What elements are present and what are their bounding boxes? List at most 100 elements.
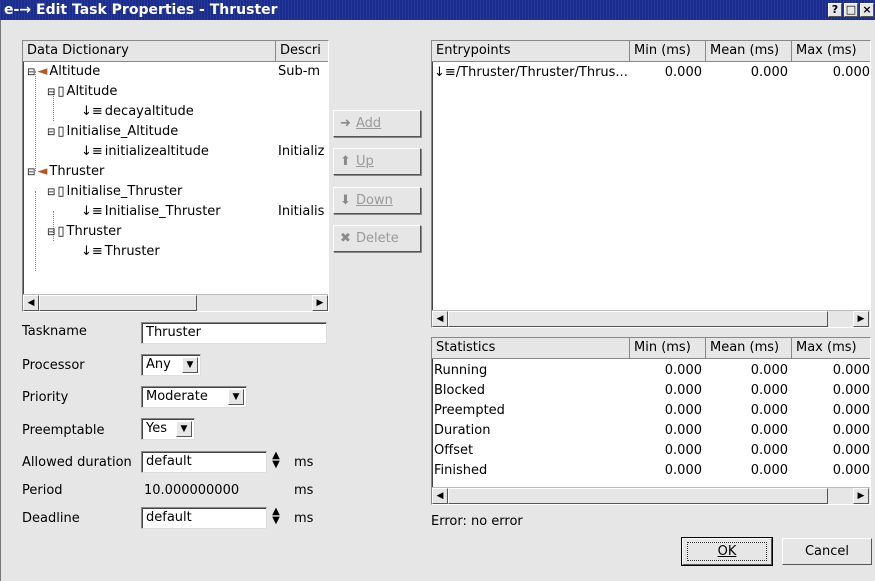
tree-node-thruster-entry[interactable]: ↓≡ Thruster <box>81 242 160 262</box>
table-cell-min: 0.000 <box>664 403 702 418</box>
delete-x-icon: ✖ <box>340 231 351 246</box>
deadline-spinner-icon[interactable]: ▲ ▼ <box>269 507 283 529</box>
table-row[interactable]: Duration <box>434 421 490 441</box>
statistics-table[interactable]: Statistics Min (ms) Mean (ms) Max (ms) R… <box>431 337 871 505</box>
document-icon: ▯ <box>57 224 65 239</box>
scroll-right-icon[interactable]: ▶ <box>312 295 328 311</box>
tree-node-initialise-altitude[interactable]: ⊟ ▯ Initialise_Altitude <box>47 122 178 142</box>
error-status: Error: no error <box>431 514 523 529</box>
tree-node-thruster-doc[interactable]: ⊟ ▯ Thruster <box>47 222 122 242</box>
tree-node-initialise-thruster-entry[interactable]: ↓≡ Initialise_Thruster <box>81 202 221 222</box>
table-cell-mean: 0.000 <box>750 65 788 80</box>
min-column-header[interactable]: Min (ms) <box>630 41 706 62</box>
scroll-right-icon[interactable]: ▶ <box>853 488 869 504</box>
tree-horizontal-scrollbar[interactable]: ◀ ▶ <box>23 294 328 311</box>
data-dictionary-tree[interactable]: Data Dictionary Descri ⊟ ◄ Altitude Sub-m … <box>22 40 329 312</box>
processor-select[interactable]: Any ▼ <box>141 354 201 376</box>
statistics-horizontal-scrollbar[interactable]: ◀ ▶ <box>432 487 870 504</box>
scroll-thumb[interactable] <box>448 488 828 504</box>
processor-label: Processor <box>22 358 85 373</box>
table-cell-min: 0.000 <box>664 383 702 398</box>
add-button[interactable]: ➜ Add <box>333 110 421 137</box>
entrypoints-horizontal-scrollbar[interactable]: ◀ ▶ <box>432 310 870 327</box>
table-cell-mean: 0.000 <box>750 403 788 418</box>
arrow-up-icon: ⬆ <box>340 154 351 169</box>
max-column-header[interactable]: Max (ms) <box>792 41 870 62</box>
tree-column-header-description[interactable]: Descri <box>276 41 328 62</box>
table-cell-min: 0.000 <box>664 443 702 458</box>
allowed-duration-unit: ms <box>294 455 314 470</box>
document-icon: ▯ <box>57 124 65 139</box>
table-cell-mean: 0.000 <box>750 443 788 458</box>
stats-min-column-header[interactable]: Min (ms) <box>630 338 706 359</box>
table-cell-mean: 0.000 <box>750 423 788 438</box>
table-row[interactable]: ↓≡/Thruster/Thruster/Thrus... <box>434 63 630 83</box>
table-cell-min: 0.000 <box>664 463 702 478</box>
statistics-column-header[interactable]: Statistics <box>432 338 630 359</box>
period-label: Period <box>22 483 63 498</box>
table-row[interactable]: Preempted <box>434 401 505 421</box>
delete-button[interactable]: ✖ Delete <box>333 225 421 252</box>
arrow-down-icon: ⬇ <box>340 193 351 208</box>
tree-node-thruster-folder[interactable]: ⊟ ◄ Thruster <box>27 162 104 182</box>
chevron-down-icon[interactable]: ▼ <box>176 421 192 437</box>
table-cell-mean: 0.000 <box>750 363 788 378</box>
priority-select[interactable]: Moderate ▼ <box>141 386 247 408</box>
period-value: 10.000000000 <box>144 483 240 498</box>
table-row[interactable]: Offset <box>434 441 473 461</box>
chevron-down-icon[interactable]: ▼ <box>228 389 244 405</box>
entrypoints-column-header[interactable]: Entrypoints <box>432 41 630 62</box>
tree-column-header-name[interactable]: Data Dictionary <box>23 41 276 62</box>
table-cell-max: 0.000 <box>832 383 870 398</box>
scroll-left-icon[interactable]: ◀ <box>432 311 448 327</box>
stats-mean-column-header[interactable]: Mean (ms) <box>706 338 792 359</box>
ok-button[interactable]: OK <box>681 537 773 566</box>
table-row[interactable]: Running <box>434 361 487 381</box>
scroll-left-icon[interactable]: ◀ <box>23 295 39 311</box>
window-title: Edit Task Properties - Thruster <box>36 2 278 18</box>
folder-icon: ◄ <box>37 164 48 179</box>
entrypoint-icon: ↓≡ <box>81 104 103 119</box>
entrypoints-table[interactable]: Entrypoints Min (ms) Mean (ms) Max (ms) … <box>431 40 871 328</box>
tree-node-altitude-folder[interactable]: ⊟ ◄ Altitude <box>27 62 100 82</box>
scroll-left-icon[interactable]: ◀ <box>432 488 448 504</box>
table-cell-max: 0.000 <box>832 423 870 438</box>
title-bar[interactable]: e-→ Edit Task Properties - Thruster ? □ … <box>0 0 875 20</box>
deadline-unit: ms <box>294 511 314 526</box>
tree-node-decayaltitude[interactable]: ↓≡ decayaltitude <box>81 102 194 122</box>
taskname-field[interactable]: Thruster <box>141 322 327 344</box>
up-button[interactable]: ⬆ Up <box>333 148 421 175</box>
scroll-right-icon[interactable]: ▶ <box>853 311 869 327</box>
allowed-duration-spinner-icon[interactable]: ▲ ▼ <box>269 451 283 473</box>
table-cell-max: 0.000 <box>832 363 870 378</box>
entrypoint-icon: ↓≡ <box>81 204 103 219</box>
down-button[interactable]: ⬇ Down <box>333 187 421 214</box>
cancel-button[interactable]: Cancel <box>782 538 872 565</box>
tree-desc-initialise-thruster: Initialis <box>278 204 325 219</box>
allowed-duration-field[interactable]: default <box>141 451 267 473</box>
table-cell-max: 0.000 <box>832 443 870 458</box>
table-cell-min: 0.000 <box>664 65 702 80</box>
entrypoint-icon: ↓≡ <box>434 65 456 80</box>
entrypoint-icon: ↓≡ <box>81 244 103 259</box>
stats-max-column-header[interactable]: Max (ms) <box>792 338 870 359</box>
close-icon[interactable]: × <box>860 3 874 17</box>
help-icon[interactable]: ? <box>828 3 842 17</box>
tree-node-initializealtitude[interactable]: ↓≡ initializealtitude <box>81 142 209 162</box>
scroll-thumb[interactable] <box>448 311 828 327</box>
table-row[interactable]: Finished <box>434 461 487 481</box>
chevron-down-icon[interactable]: ▼ <box>182 357 198 373</box>
period-unit: ms <box>294 483 314 498</box>
table-cell-max: 0.000 <box>832 463 870 478</box>
deadline-label: Deadline <box>22 511 80 526</box>
tree-desc-altitude: Sub-m <box>278 64 321 79</box>
table-row[interactable]: Blocked <box>434 381 485 401</box>
tree-node-initialise-thruster[interactable]: ⊟ ▯ Initialise_Thruster <box>47 182 182 202</box>
preemptable-select[interactable]: Yes ▼ <box>141 418 195 440</box>
maximize-icon[interactable]: □ <box>844 3 858 17</box>
table-cell-mean: 0.000 <box>750 383 788 398</box>
deadline-field[interactable]: default <box>141 507 267 529</box>
scroll-thumb[interactable] <box>39 295 197 311</box>
tree-node-altitude-doc[interactable]: ⊟ ▯ Altitude <box>47 82 117 102</box>
mean-column-header[interactable]: Mean (ms) <box>706 41 792 62</box>
